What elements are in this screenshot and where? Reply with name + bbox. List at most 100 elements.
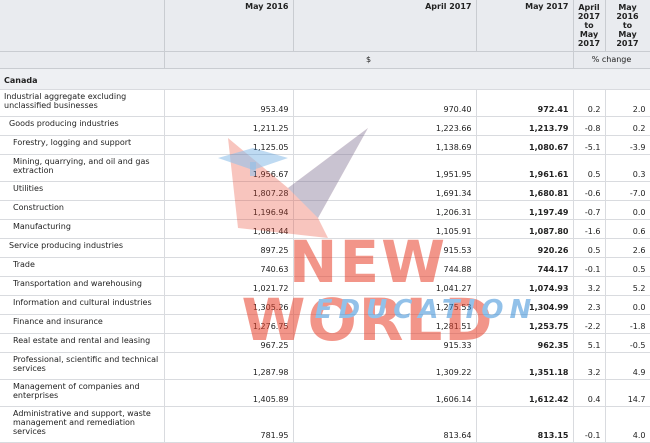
table-row: Professional, scientific and technical s… — [0, 352, 650, 380]
table-row: Information and cultural industries 1,30… — [0, 295, 650, 315]
cell-pct-year: 2.0 — [605, 89, 650, 117]
cell-april-2017: 915.53 — [293, 238, 477, 258]
cell-may-2017: 813.15 — [476, 406, 574, 443]
header-pct-year-line: 2017 — [616, 39, 639, 48]
row-label: Finance and insurance — [0, 314, 165, 334]
header-pct-year: May 2016 to May 2017 — [605, 0, 650, 52]
cell-pct-month: 5.1 — [573, 333, 606, 353]
cell-may-2017: 1,961.61 — [476, 154, 574, 182]
cell-may-2016: 1,956.67 — [164, 154, 294, 182]
row-label: Transportation and warehousing — [0, 276, 165, 296]
cell-pct-month: -0.1 — [573, 406, 606, 443]
unit-percent-change: % change — [573, 51, 650, 69]
header-pct-month-line: May — [579, 30, 599, 39]
cell-pct-month: -0.1 — [573, 257, 606, 277]
cell-may-2016: 1,287.98 — [164, 352, 294, 380]
unit-dollars: $ — [164, 51, 574, 69]
cell-pct-year: 0.5 — [605, 257, 650, 277]
header-pct-month: April 2017 to May 2017 — [573, 0, 606, 52]
cell-april-2017: 1,223.66 — [293, 116, 477, 136]
header-pct-year-line: May — [618, 30, 637, 39]
row-label: Industrial aggregate excluding unclassif… — [0, 89, 165, 117]
cell-pct-month: -2.2 — [573, 314, 606, 334]
cell-may-2017: 1,080.67 — [476, 135, 574, 155]
cell-pct-year: 0.2 — [605, 116, 650, 136]
cell-may-2017: 1,351.18 — [476, 352, 574, 380]
row-label: Administrative and support, waste manage… — [0, 406, 165, 443]
cell-may-2016: 967.25 — [164, 333, 294, 353]
cell-may-2017: 972.41 — [476, 89, 574, 117]
cell-may-2017: 1,213.79 — [476, 116, 574, 136]
header-pct-year-line: to — [622, 21, 633, 30]
cell-pct-month: 3.2 — [573, 352, 606, 380]
header-pct-month-line: April — [578, 3, 600, 12]
cell-may-2017: 1,197.49 — [476, 200, 574, 220]
cell-may-2016: 953.49 — [164, 89, 294, 117]
earnings-table-container: May 2016 April 2017 May 2017 April 2017 … — [0, 0, 650, 443]
table-row: Administrative and support, waste manage… — [0, 406, 650, 443]
table-row: Management of companies and enterprises … — [0, 379, 650, 407]
cell-may-2016: 1,807.28 — [164, 181, 294, 201]
row-label: Trade — [0, 257, 165, 277]
cell-pct-year: 0.0 — [605, 200, 650, 220]
table-row: Finance and insurance 1,276.75 1,281.51 … — [0, 314, 650, 334]
header-blank — [0, 0, 165, 52]
cell-pct-year: 0.0 — [605, 295, 650, 315]
cell-may-2017: 1,680.81 — [476, 181, 574, 201]
unit-blank — [0, 51, 165, 69]
cell-april-2017: 1,281.51 — [293, 314, 477, 334]
cell-pct-year: 14.7 — [605, 379, 650, 407]
row-label: Goods producing industries — [0, 116, 165, 136]
cell-pct-month: -0.8 — [573, 116, 606, 136]
header-pct-year-line: May — [618, 3, 637, 12]
cell-may-2017: 962.35 — [476, 333, 574, 353]
cell-pct-year: -1.8 — [605, 314, 650, 334]
table-row: Industrial aggregate excluding unclassif… — [0, 89, 650, 117]
cell-april-2017: 1,275.53 — [293, 295, 477, 315]
row-label: Mining, quarrying, and oil and gas extra… — [0, 154, 165, 182]
table-row: Forestry, logging and support 1,125.05 1… — [0, 135, 650, 155]
header-pct-month-line: 2017 — [577, 39, 601, 48]
row-label: Professional, scientific and technical s… — [0, 352, 165, 380]
cell-may-2016: 897.25 — [164, 238, 294, 258]
table-row: Real estate and rental and leasing 967.2… — [0, 333, 650, 353]
row-label: Information and cultural industries — [0, 295, 165, 315]
row-label: Management of companies and enterprises — [0, 379, 165, 407]
cell-pct-year: 2.6 — [605, 238, 650, 258]
cell-pct-month: -0.7 — [573, 200, 606, 220]
header-pct-month-line: to — [584, 21, 594, 30]
cell-may-2016: 781.95 — [164, 406, 294, 443]
cell-may-2016: 1,021.72 — [164, 276, 294, 296]
cell-pct-year: 4.0 — [605, 406, 650, 443]
row-label: Manufacturing — [0, 219, 165, 239]
cell-pct-month: -0.6 — [573, 181, 606, 201]
table-row: Construction 1,196.94 1,206.31 1,197.49 … — [0, 200, 650, 220]
cell-april-2017: 1,138.69 — [293, 135, 477, 155]
cell-pct-month: 2.3 — [573, 295, 606, 315]
cell-pct-year: -0.5 — [605, 333, 650, 353]
cell-may-2016: 740.63 — [164, 257, 294, 277]
cell-may-2017: 920.26 — [476, 238, 574, 258]
cell-may-2017: 1,087.80 — [476, 219, 574, 239]
header-pct-year-line: 2016 — [616, 12, 639, 21]
cell-pct-year: -7.0 — [605, 181, 650, 201]
cell-pct-month: -1.6 — [573, 219, 606, 239]
table-row: Trade 740.63 744.88 744.17 -0.1 0.5 — [0, 257, 650, 277]
cell-pct-month: 0.5 — [573, 238, 606, 258]
table-row: Goods producing industries 1,211.25 1,22… — [0, 116, 650, 136]
earnings-table: May 2016 April 2017 May 2017 April 2017 … — [0, 0, 650, 443]
cell-april-2017: 1,691.34 — [293, 181, 477, 201]
table-row: Utilities 1,807.28 1,691.34 1,680.81 -0.… — [0, 181, 650, 201]
cell-april-2017: 813.64 — [293, 406, 477, 443]
cell-may-2016: 1,305.26 — [164, 295, 294, 315]
header-pct-month-line: 2017 — [577, 12, 601, 21]
cell-april-2017: 1,606.14 — [293, 379, 477, 407]
cell-april-2017: 970.40 — [293, 89, 477, 117]
cell-may-2016: 1,125.05 — [164, 135, 294, 155]
cell-may-2016: 1,081.44 — [164, 219, 294, 239]
row-label: Forestry, logging and support — [0, 135, 165, 155]
cell-pct-month: -5.1 — [573, 135, 606, 155]
cell-pct-year: -3.9 — [605, 135, 650, 155]
header-april-2017: April 2017 — [293, 0, 477, 52]
cell-may-2016: 1,211.25 — [164, 116, 294, 136]
